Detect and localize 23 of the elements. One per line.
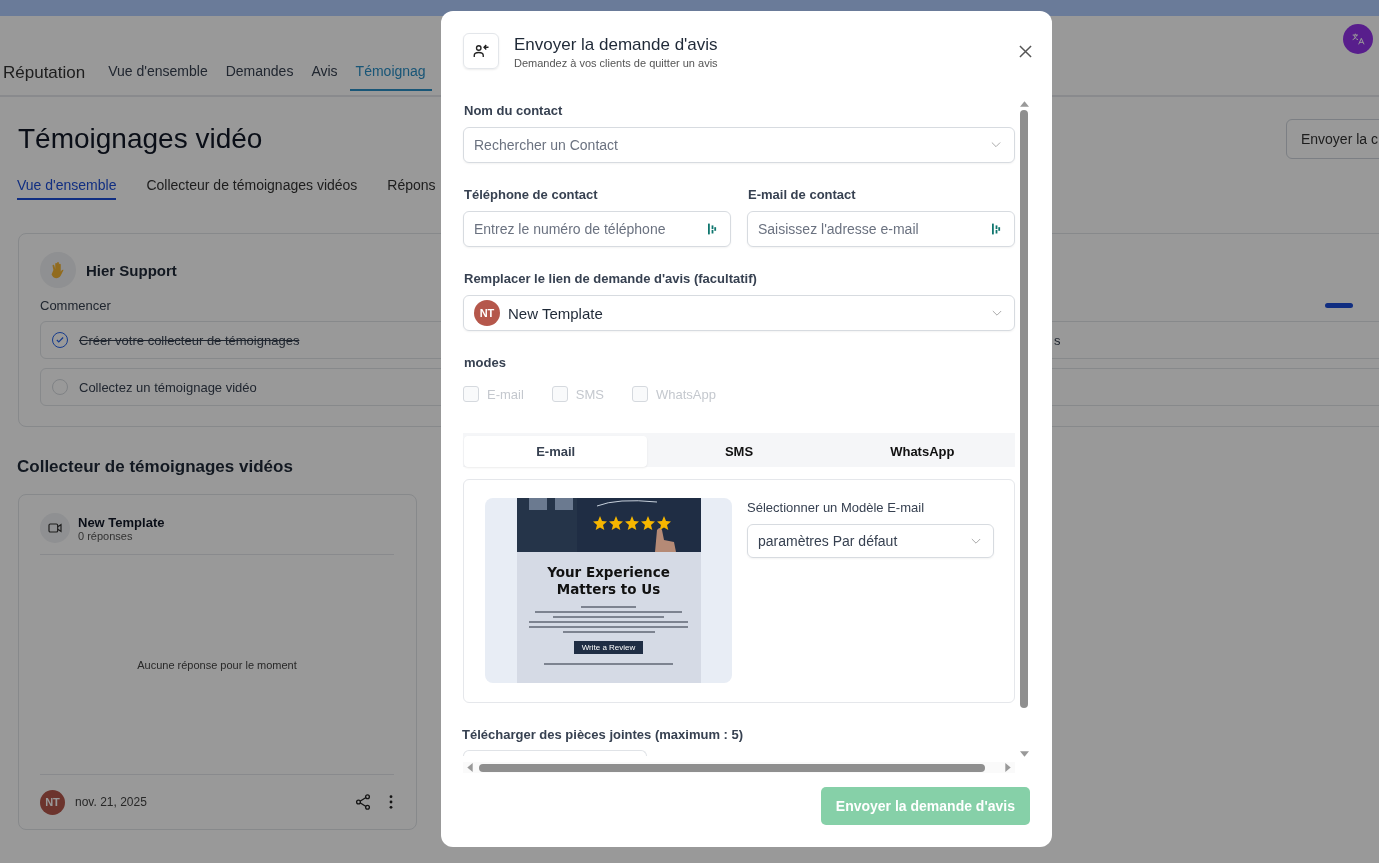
section-heading: Collecteur de témoignages vidéos <box>17 457 294 477</box>
response-count: 0 réponses <box>78 529 133 542</box>
page-title: Témoignages vidéo <box>18 123 263 155</box>
section-title: Réputation <box>3 62 86 83</box>
task-text: s <box>1054 332 1062 348</box>
email-headline: Your Experience Matters to Us <box>546 564 671 598</box>
dialog-title: Envoyer la demande d'avis <box>514 35 718 55</box>
field-label: Sélectionner un Modèle E-mail <box>747 500 926 515</box>
field-label: modes <box>464 355 507 370</box>
field-label: Télécharger des pièces jointes (maximum : 5) <box>462 727 745 742</box>
avatar: NT <box>40 789 65 815</box>
field-label: Nom du contact <box>464 103 564 118</box>
field-label: Remplacer le lien de demande d'avis (facultatif) <box>464 271 758 286</box>
field-label: Téléphone de contact <box>464 187 599 202</box>
field-label: E-mail de contact <box>748 187 857 202</box>
created-date: nov. 21, 2025 <box>75 795 147 809</box>
task-label: Collectez un témoignage vidéo <box>79 379 257 395</box>
workspace-name: Hier Support <box>86 261 177 279</box>
empty-state-text: Aucune réponse pour le moment <box>137 658 297 671</box>
dialog-subtitle: Demandez à vos clients de quitter un avis <box>514 57 718 69</box>
collector-name: New Template <box>78 514 165 530</box>
task-label: Créer votre collecteur de témoignages <box>79 332 300 348</box>
section-label: Commencer <box>40 298 111 313</box>
